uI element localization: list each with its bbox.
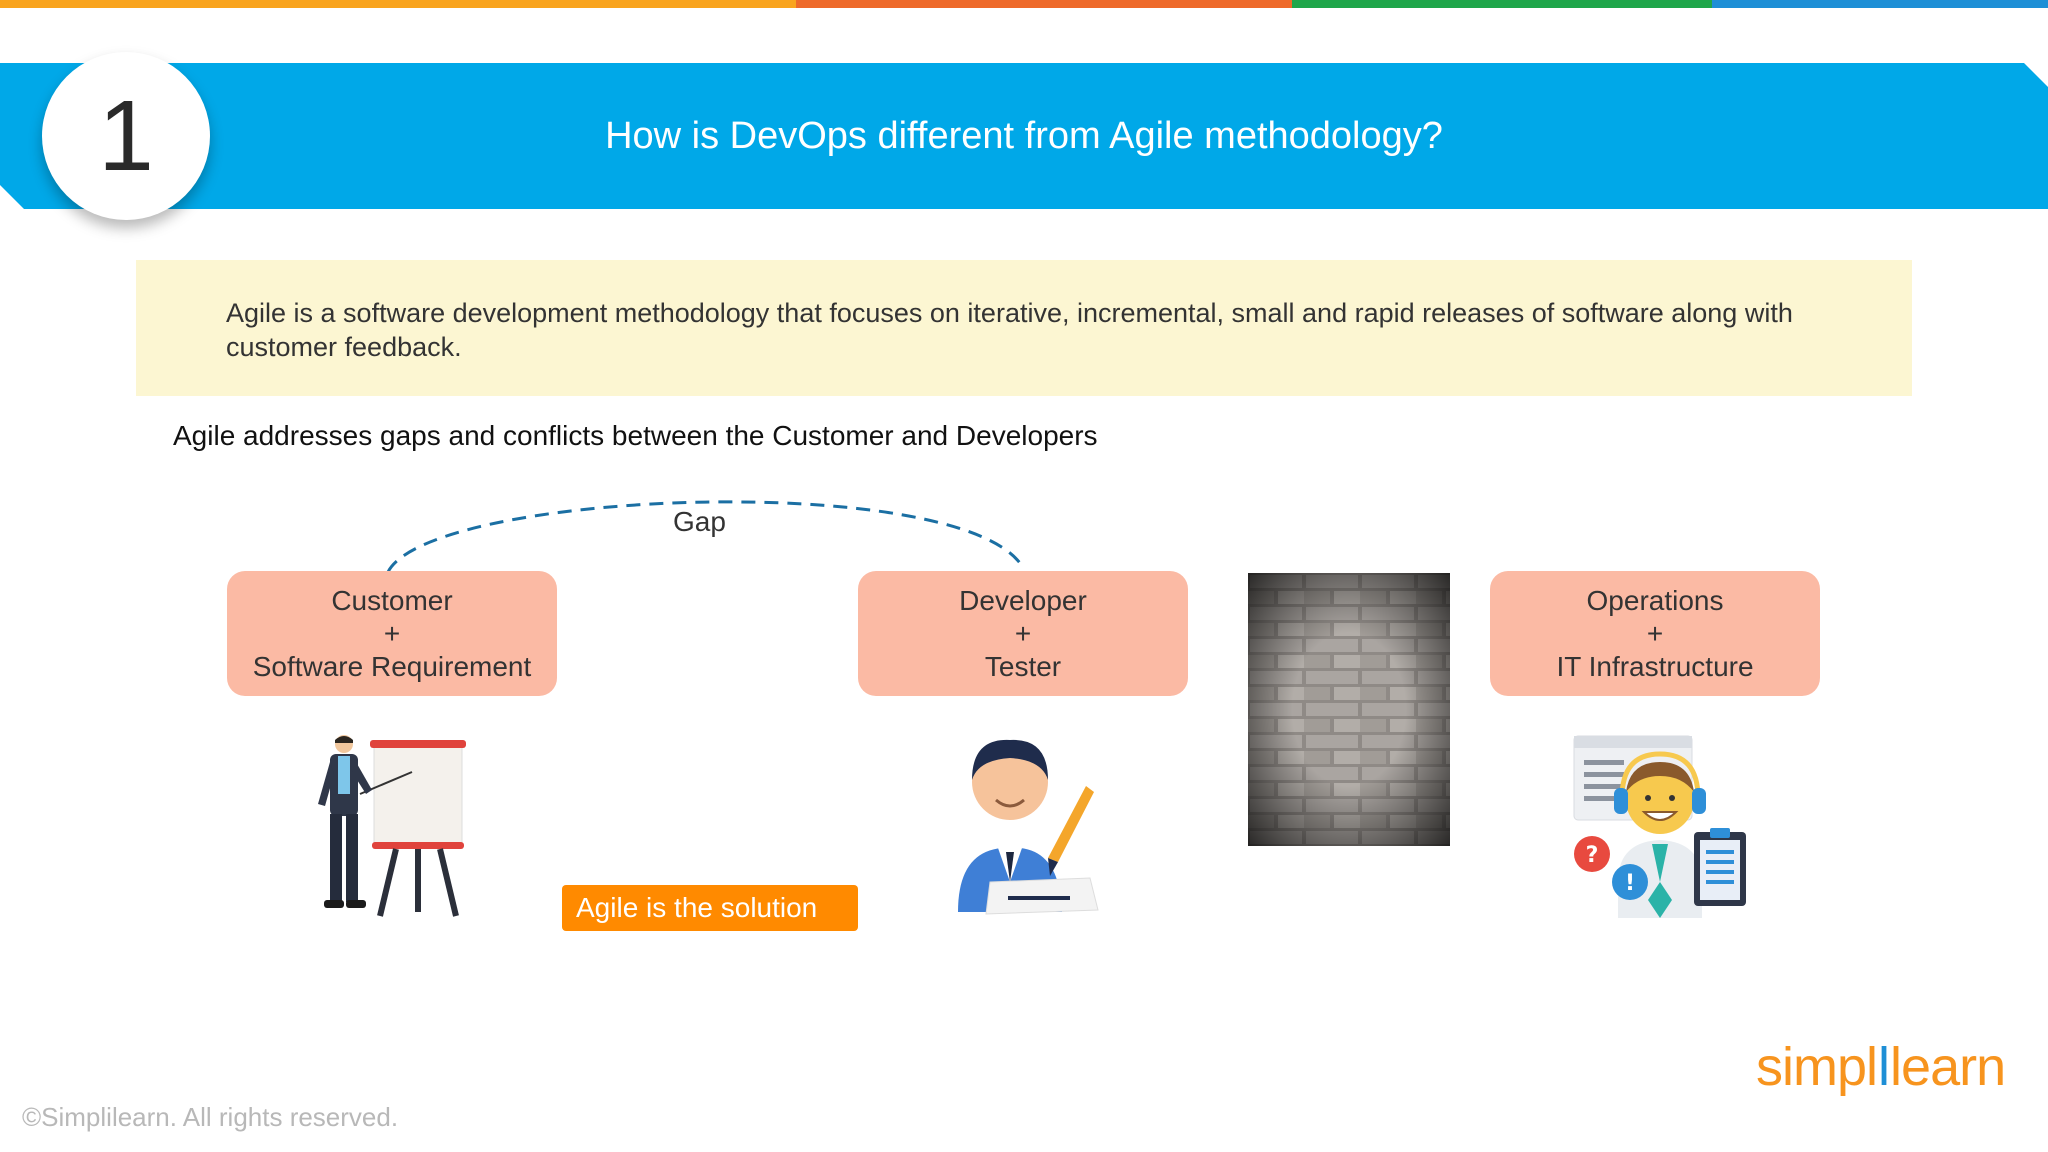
it-infrastructure-label: IT Infrastructure: [1556, 651, 1754, 682]
agile-solution-label: Agile is the solution: [562, 885, 858, 931]
copyright-text: ©Simplilearn. All rights reserved.: [22, 1102, 399, 1132]
developer-box: Developer + Tester: [858, 571, 1188, 696]
tester-label: Tester: [984, 651, 1062, 682]
customer-requirement-label: Software Requirement: [252, 651, 532, 682]
stripe-blue: [1712, 0, 2048, 8]
slide-title: How is DevOps different from Agile metho…: [605, 114, 1443, 157]
svg-text:?: ?: [1586, 843, 1599, 868]
developer-icon: [958, 739, 1099, 915]
definition-box: Agile is a software development methodol…: [136, 260, 1912, 396]
simplilearn-logo: simplǀlearn: [1756, 1037, 2006, 1097]
support-agent-icon: ? !: [1573, 735, 1746, 918]
developer-plus: +: [1014, 618, 1032, 649]
logo-right: learn: [1890, 1037, 2006, 1097]
operations-plus: +: [1646, 618, 1664, 649]
logo-left: simpl: [1756, 1037, 1878, 1097]
brick-wall-icon: [1248, 573, 1450, 846]
customer-box: Customer + Software Requirement: [227, 571, 557, 696]
customer-plus: +: [383, 618, 401, 649]
customer-label: Customer: [331, 585, 453, 616]
stripe-orange: [0, 0, 796, 8]
presenter-icon: [318, 735, 466, 917]
gap-label: Gap: [673, 506, 726, 537]
definition-text: Agile is a software development methodol…: [226, 298, 1793, 362]
operations-box: Operations + IT Infrastructure: [1490, 571, 1820, 696]
stripe-green: [1292, 0, 1712, 8]
diagram-subtitle: Agile addresses gaps and conflicts betwe…: [173, 420, 1098, 451]
stripe-red: [796, 0, 1292, 8]
operations-label: Operations: [1586, 585, 1724, 616]
question-number: 1: [42, 52, 210, 220]
developer-label: Developer: [959, 585, 1087, 616]
svg-text:!: !: [1625, 871, 1635, 896]
